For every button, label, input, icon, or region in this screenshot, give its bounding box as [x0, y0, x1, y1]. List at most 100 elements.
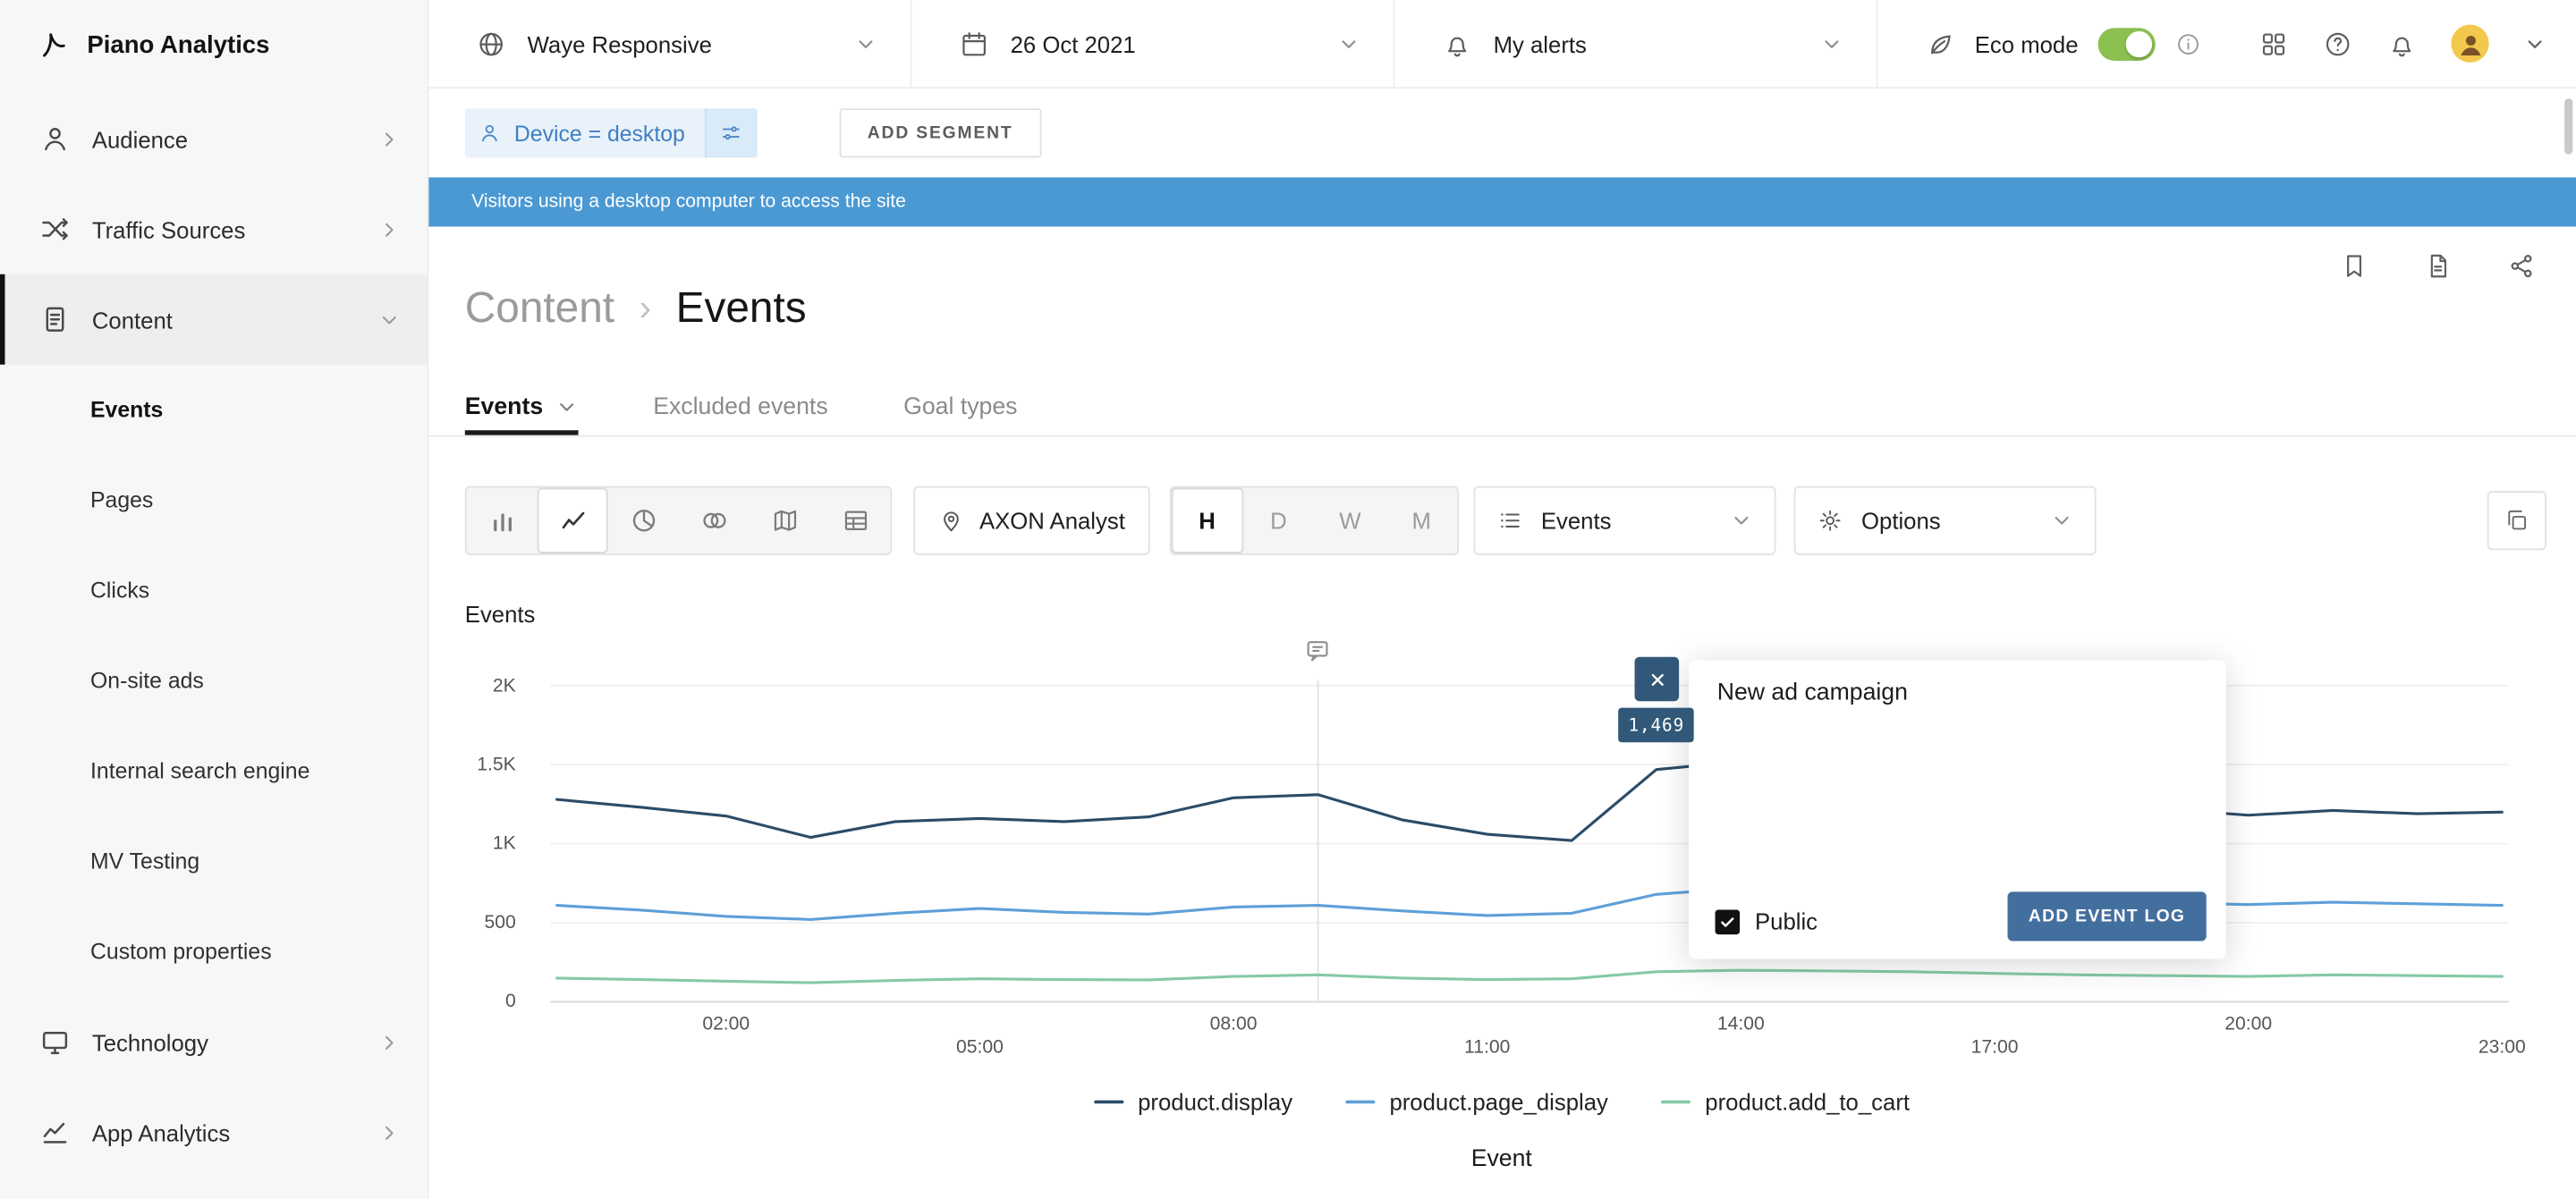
options-dropdown-value: Options [1861, 508, 1941, 534]
copy-icon [2504, 508, 2529, 534]
granularity-day[interactable]: D [1242, 488, 1314, 553]
sidebar-item-label: Traffic Sources [92, 216, 246, 242]
table-view-icon[interactable] [820, 488, 891, 553]
close-icon[interactable] [1635, 657, 1680, 702]
legend-item[interactable]: product.page_display [1345, 1089, 1608, 1115]
date-selector-value: 26 Oct 2021 [1011, 30, 1317, 56]
eco-mode-toggle[interactable] [2098, 27, 2156, 60]
divider [428, 435, 2576, 437]
date-selector[interactable]: 26 Oct 2021 [911, 0, 1394, 87]
segment-chip-label: Device = desktop [514, 108, 705, 157]
technology-icon [39, 1026, 71, 1058]
venn-chart-icon[interactable] [679, 488, 750, 553]
y-axis-tick: 1.5K [444, 752, 516, 778]
sidebar-subitem-custom-properties[interactable]: Custom properties [0, 907, 428, 997]
sidebar-item-technology[interactable]: Technology [0, 997, 428, 1087]
chevron-down-icon[interactable] [2523, 32, 2546, 55]
chart-title: Events [465, 601, 536, 627]
granularity-switcher: H D W M [1170, 486, 1459, 555]
scrollbar-thumb[interactable] [2564, 98, 2572, 154]
eco-mode-label: Eco mode [1975, 30, 2079, 56]
axon-analyst-button[interactable]: AXON Analyst [913, 486, 1149, 555]
add-event-log-button[interactable]: ADD EVENT LOG [2007, 891, 2207, 941]
eco-mode: Eco mode [1877, 0, 2201, 87]
public-checkbox-label: Public [1755, 908, 1818, 934]
legend-item[interactable]: product.display [1094, 1089, 1293, 1115]
y-axis-tick: 500 [444, 909, 516, 935]
sidebar-item-label: Content [92, 307, 173, 333]
pie-chart-icon[interactable] [608, 488, 679, 553]
sidebar-subitem-internal-search[interactable]: Internal search engine [0, 726, 428, 816]
chevron-right-icon [377, 1031, 401, 1054]
event-log-popup: New ad campaign Public ADD EVENT LOG [1690, 660, 2227, 958]
sidebar-item-label: App Analytics [92, 1119, 230, 1145]
add-segment-button[interactable]: ADD SEGMENT [840, 108, 1041, 157]
sidebar-item-traffic-sources[interactable]: Traffic Sources [0, 184, 428, 274]
public-checkbox-row[interactable]: Public [1716, 908, 1818, 934]
line-chart-icon[interactable] [538, 488, 608, 553]
dimension-dropdown[interactable]: Events [1474, 486, 1776, 555]
segment-chip[interactable]: Device = desktop [465, 108, 758, 157]
granularity-week[interactable]: W [1314, 488, 1385, 553]
site-selector[interactable]: Waye Responsive [428, 0, 911, 87]
x-axis-tick: 17:00 [1937, 1034, 2053, 1060]
segment-filter-icon[interactable] [705, 108, 758, 157]
info-icon[interactable] [2175, 30, 2201, 56]
event-log-title-input[interactable]: New ad campaign [1717, 680, 1908, 705]
sidebar-item-label: Audience [92, 126, 188, 152]
share-icon[interactable] [2507, 251, 2537, 281]
gear-icon [1817, 508, 1843, 534]
legend-label: product.add_to_cart [1705, 1089, 1910, 1115]
calendar-icon [960, 29, 989, 58]
map-view-icon[interactable] [750, 488, 820, 553]
legend-item[interactable]: product.add_to_cart [1661, 1089, 1910, 1115]
sidebar-item-app-analytics[interactable]: App Analytics [0, 1087, 428, 1178]
options-dropdown[interactable]: Options [1794, 486, 2097, 555]
breadcrumb-section[interactable]: Content [465, 283, 614, 334]
y-axis-tick: 0 [444, 989, 516, 1015]
point-value-badge: 1,469 [1619, 708, 1694, 743]
copy-data-button[interactable] [2487, 491, 2546, 550]
granularity-hour[interactable]: H [1172, 488, 1243, 553]
sidebar-subitem-clicks[interactable]: Clicks [0, 545, 428, 636]
sidebar-subitem-mv-testing[interactable]: MV Testing [0, 816, 428, 907]
tab-bar: Events Excluded events Goal types [465, 377, 1018, 435]
notifications-bell-icon[interactable] [2387, 29, 2417, 58]
bar-chart-icon[interactable] [467, 488, 538, 553]
sidebar-item-label: MV Testing [90, 849, 199, 874]
app-logo[interactable]: Piano Analytics [0, 0, 428, 89]
bookmark-icon[interactable] [2340, 251, 2369, 281]
sidebar-item-audience[interactable]: Audience [0, 94, 428, 184]
alerts-selector[interactable]: My alerts [1394, 0, 1877, 87]
granularity-month[interactable]: M [1385, 488, 1457, 553]
x-axis-tick: 20:00 [2190, 1011, 2306, 1037]
piano-logo-icon [38, 29, 69, 60]
chart-legend: product.display product.page_display produ… [465, 1089, 2538, 1115]
chevron-right-icon [377, 1121, 401, 1144]
sidebar-item-label: Internal search engine [90, 759, 309, 784]
app-analytics-icon [39, 1117, 71, 1148]
sidebar-nav: Audience Traffic Sources Content Events … [0, 94, 428, 1178]
alerts-selector-value: My alerts [1494, 30, 1800, 56]
tab-events[interactable]: Events [465, 377, 578, 435]
content-icon [39, 304, 71, 335]
series-line-product.add_to_cart [557, 970, 2503, 983]
sidebar-item-label: Clicks [90, 578, 149, 604]
pin-icon [938, 508, 964, 534]
eco-leaf-icon [1926, 29, 1955, 58]
sidebar-subitem-events[interactable]: Events [0, 365, 428, 455]
apps-grid-icon[interactable] [2259, 29, 2289, 58]
banner-text: Visitors using a desktop computer to acc… [471, 192, 906, 212]
sidebar-subitem-pages[interactable]: Pages [0, 455, 428, 545]
checkbox-checked-icon[interactable] [1716, 909, 1741, 934]
avatar[interactable] [2451, 25, 2488, 63]
sidebar-subitem-onsite-ads[interactable]: On-site ads [0, 636, 428, 726]
audience-icon [39, 123, 71, 155]
annotation-comment-icon[interactable] [1303, 636, 1333, 665]
tab-excluded-events[interactable]: Excluded events [653, 377, 827, 435]
help-icon[interactable] [2323, 29, 2352, 58]
sidebar: Piano Analytics Audience Traffic Sources… [0, 0, 428, 1199]
tab-goal-types[interactable]: Goal types [903, 377, 1017, 435]
save-report-icon[interactable] [2423, 251, 2453, 281]
sidebar-item-content[interactable]: Content [0, 274, 428, 365]
